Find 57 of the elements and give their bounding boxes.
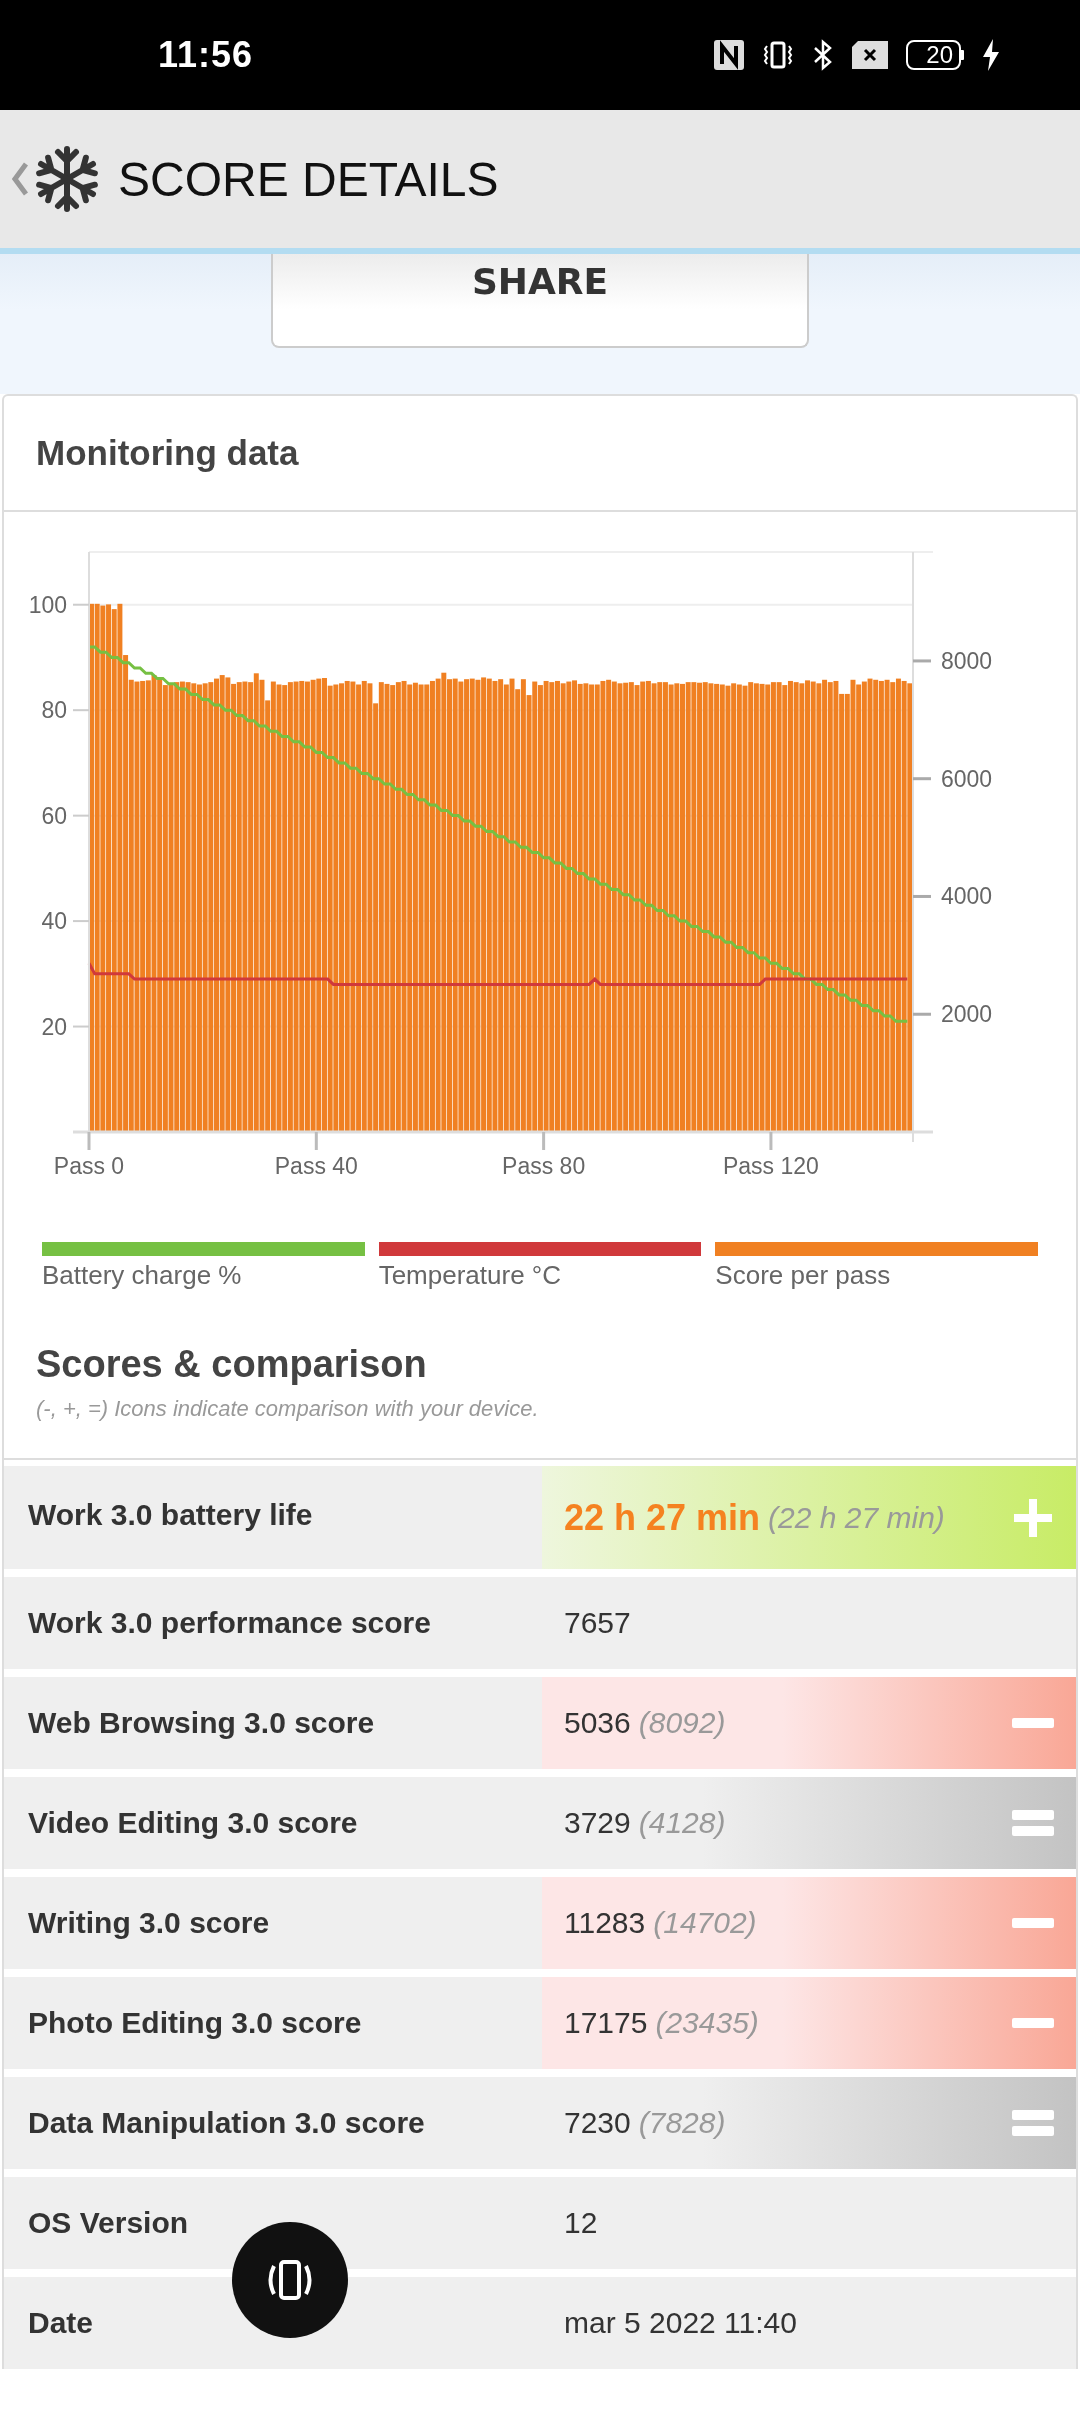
equal-icon <box>1012 2110 1054 2136</box>
axis-label: 8000 <box>941 647 993 674</box>
row-label: OS Version <box>27 2206 190 2240</box>
equal-icon <box>1012 1810 1054 1836</box>
comparison-note: (-, +, =) Icons indicate comparison with your device. <box>36 1396 540 1422</box>
axis-label: Pass 0 <box>53 1153 125 1179</box>
no-sim-icon <box>852 41 889 69</box>
battery-indicator: 20 <box>906 40 964 70</box>
row-label: Writing 3.0 score <box>27 1906 271 1940</box>
legend-label: Battery charge % <box>42 1260 243 1291</box>
score-value: 11283 <box>564 1906 646 1940</box>
score-value: 7230 <box>564 2106 631 2140</box>
section-title: Monitoring data <box>4 396 1076 512</box>
score-value: 12 <box>564 2206 598 2240</box>
vibrate-icon <box>762 40 795 70</box>
score-value: 7657 <box>564 1606 631 1640</box>
page-title: SCORE DETAILS <box>118 151 499 207</box>
axis-label: 6000 <box>941 765 993 792</box>
row-label: Data Manipulation 3.0 score <box>27 2106 426 2140</box>
axis-label: 80 <box>41 697 67 724</box>
score-value: mar 5 2022 11:40 <box>564 2306 797 2340</box>
reference-value: (8092) <box>638 1706 726 1740</box>
minus-icon <box>1012 1918 1054 1928</box>
minus-icon <box>1012 1718 1054 1728</box>
row-label: Work 3.0 performance score <box>27 1606 432 1640</box>
axis-label: 4000 <box>941 883 993 910</box>
snowflake-icon <box>34 146 100 212</box>
reference-value: (23435) <box>655 2006 759 2040</box>
row-label: Photo Editing 3.0 score <box>27 2006 363 2040</box>
axis-label: Pass 80 <box>502 1153 586 1179</box>
reference-value: (7828) <box>638 2106 726 2140</box>
nfc-icon <box>714 40 745 70</box>
score-value: 22 h 27 min <box>564 1496 761 1539</box>
legend-label: Score per pass <box>715 1260 892 1291</box>
row-label: Web Browsing 3.0 score <box>27 1706 376 1740</box>
row-label: Date <box>27 2306 95 2340</box>
axis-label: Pass 120 <box>723 1153 819 1179</box>
reference-value: (22 h 27 min) <box>768 1500 945 1535</box>
axis-label: 40 <box>41 908 67 935</box>
axis-label: 100 <box>28 591 67 618</box>
status-time: 11:56 <box>158 34 254 76</box>
score-value: 3729 <box>564 1806 631 1840</box>
minus-icon <box>1012 2018 1054 2028</box>
row-label: Video Editing 3.0 score <box>27 1806 359 1840</box>
axis-label: 2000 <box>941 1001 993 1028</box>
reference-value: (14702) <box>653 1906 757 1940</box>
axis-label: Pass 40 <box>274 1153 358 1179</box>
legend-label: Temperature °C <box>378 1260 562 1291</box>
axis-label: 60 <box>41 802 67 829</box>
section-title: Scores & comparison <box>36 1343 428 1386</box>
plus-icon <box>1012 1496 1054 1539</box>
score-value: 17175 <box>564 2006 648 2040</box>
row-label: Work 3.0 battery life <box>27 1497 314 1532</box>
share-button[interactable]: SHARE <box>271 254 809 348</box>
axis-label: 20 <box>41 1013 67 1040</box>
reference-value: (4128) <box>638 1806 726 1840</box>
score-value: 5036 <box>564 1706 631 1740</box>
